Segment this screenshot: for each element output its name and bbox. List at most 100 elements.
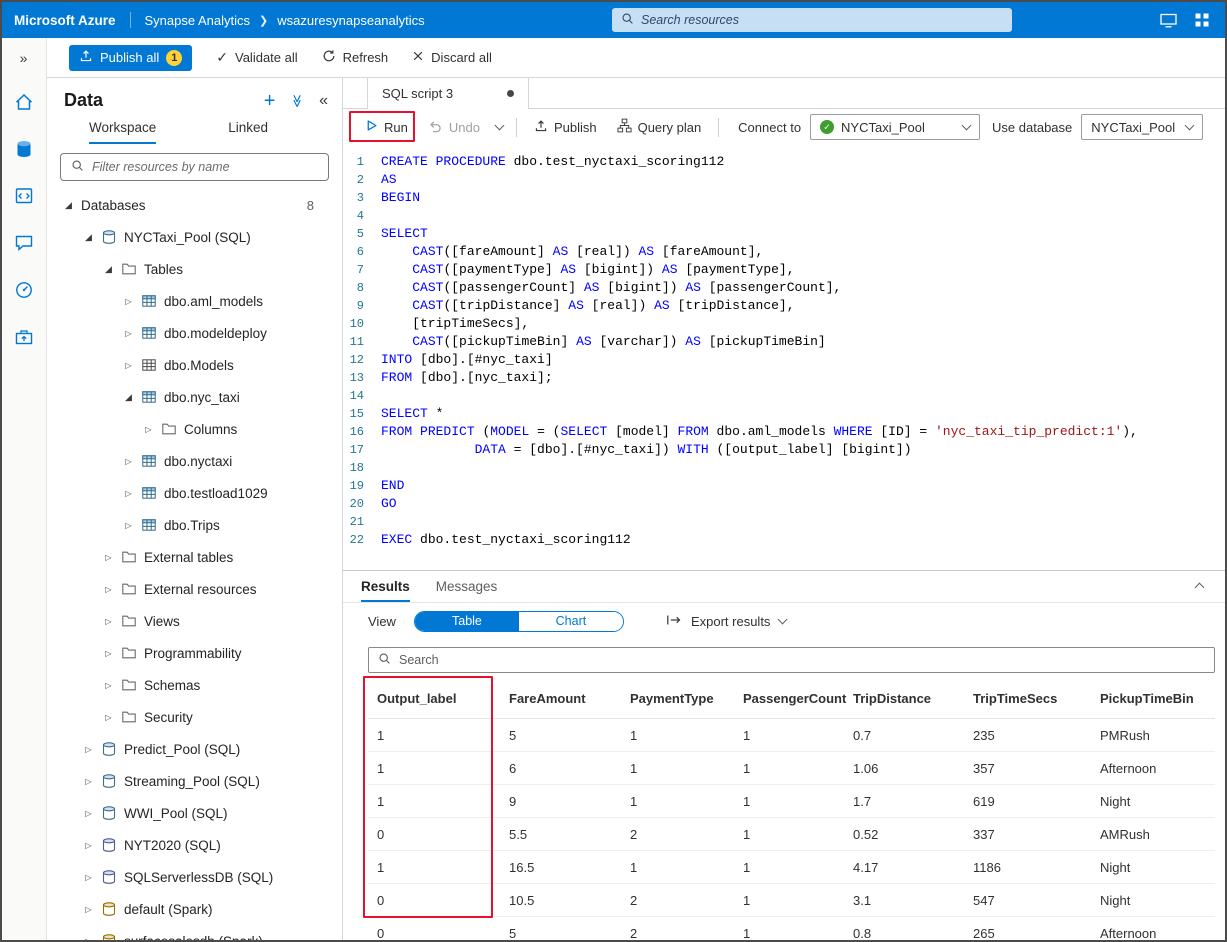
integrate-nav-icon[interactable] [2,219,47,266]
column-header-pickuptimebin[interactable]: PickupTimeBin [1091,679,1215,719]
expand-arrow-icon[interactable]: ▷ [123,361,134,370]
sql-code-editor[interactable]: 1 CREATE PROCEDURE dbo.test_nyctaxi_scori… [343,145,1225,570]
breadcrumb-workspace-name[interactable]: wsazuresynapseanalytics [277,13,424,28]
undo-redo-dropdown-chevron-icon[interactable] [490,113,509,141]
code-line[interactable]: 22 EXEC dbo.test_nyctaxi_scoring112 [343,531,1225,549]
code-line[interactable]: 17 DATA = [dbo].[#nyc_taxi]) WITH ([outp… [343,441,1225,459]
tree-item-dbo-nyc-taxi[interactable]: ◢ dbo.nyc_taxi [47,381,342,413]
collapse-all-icon[interactable]: ≫ [289,94,305,108]
azure-brand[interactable]: Microsoft Azure [2,13,130,28]
table-row[interactable]: 0 10.5 2 1 3.1 547 Night [368,884,1215,917]
publish-all-button[interactable]: Publish all 1 [69,44,193,71]
column-header-passengercount[interactable]: PassengerCount [734,679,846,719]
tree-item-streaming-pool-sql[interactable]: ▷ Streaming_Pool (SQL) [47,765,342,797]
expand-arrow-icon[interactable]: ▷ [103,553,114,562]
expand-arrow-icon[interactable]: ▷ [83,777,94,786]
tree-item-dbo-testload1029[interactable]: ▷ dbo.testload1029 [47,477,342,509]
tree-item-surfacesalesdb-spark[interactable]: ▷ surfacesalesdb (Spark) [47,925,342,940]
table-row[interactable]: 0 5 2 1 0.8 265 Afternoon [368,917,1215,941]
code-line[interactable]: 13 FROM [dbo].[nyc_taxi]; [343,369,1225,387]
tree-item-programmability[interactable]: ▷ Programmability [47,637,342,669]
filter-resources-box[interactable] [60,153,329,181]
expand-arrow-icon[interactable]: ▷ [83,937,94,941]
code-line[interactable]: 14 [343,387,1225,405]
use-database-dropdown[interactable]: NYCTaxi_Pool [1081,114,1204,140]
tree-item-nyt2020-sql[interactable]: ▷ NYT2020 (SQL) [47,829,342,861]
code-line[interactable]: 21 [343,513,1225,531]
results-search-input[interactable] [399,653,1205,667]
collapse-arrow-icon[interactable]: ◢ [63,200,74,211]
column-header-triptimesecs[interactable]: TripTimeSecs [964,679,1091,719]
code-line[interactable]: 12 INTO [dbo].[#nyc_taxi] [343,351,1225,369]
filter-resources-input[interactable] [92,160,318,174]
expand-arrow-icon[interactable]: ▷ [83,873,94,882]
run-button[interactable]: Run [355,113,418,141]
code-line[interactable]: 10 [tripTimeSecs], [343,315,1225,333]
breadcrumb-synapse-analytics[interactable]: Synapse Analytics [145,13,251,28]
collapse-panel-icon[interactable]: « [319,92,328,110]
expand-arrow-icon[interactable]: ▷ [103,585,114,594]
develop-nav-icon[interactable] [2,172,47,219]
expand-arrow-icon[interactable]: ▷ [103,681,114,690]
table-row[interactable]: 1 9 1 1 1.7 619 Night [368,785,1215,818]
code-line[interactable]: 16 FROM PREDICT (MODEL = (SELECT [model] … [343,423,1225,441]
data-nav-icon[interactable] [2,125,47,172]
manage-nav-icon[interactable] [2,313,47,360]
collapse-arrow-icon[interactable]: ◢ [103,264,114,275]
tab-sql-script-3[interactable]: SQL script 3 [367,78,529,109]
code-line[interactable]: 18 [343,459,1225,477]
view-toggle-chart[interactable]: Chart [518,611,623,631]
expand-arrow-icon[interactable]: ▷ [123,297,134,306]
column-header-paymenttype[interactable]: PaymentType [621,679,734,719]
code-line[interactable]: 5 SELECT [343,225,1225,243]
code-line[interactable]: 11 CAST([pickupTimeBin] AS [varchar]) AS… [343,333,1225,351]
expand-arrow-icon[interactable]: ▷ [103,649,114,658]
expand-arrow-icon[interactable]: ▷ [103,713,114,722]
tree-item-views[interactable]: ▷ Views [47,605,342,637]
tree-item-wwi-pool-sql[interactable]: ▷ WWI_Pool (SQL) [47,797,342,829]
expand-arrow-icon[interactable]: ▷ [123,489,134,498]
tab-results[interactable]: Results [361,571,410,602]
table-row[interactable]: 1 5 1 1 0.7 235 PMRush [368,719,1215,752]
tree-item-dbo-models[interactable]: ▷ dbo.Models [47,349,342,381]
table-row[interactable]: 1 6 1 1 1.06 357 Afternoon [368,752,1215,785]
expand-arrow-icon[interactable]: ▷ [103,617,114,626]
export-results-button[interactable]: Export results [666,614,788,629]
expand-arrow-icon[interactable]: ▷ [123,329,134,338]
discard-all-button[interactable]: Discard all [412,50,492,65]
add-resource-icon[interactable]: + [264,91,276,111]
apps-grid-icon[interactable] [1195,13,1209,27]
tree-item-security[interactable]: ▷ Security [47,701,342,733]
collapse-arrow-icon[interactable]: ◢ [83,232,94,243]
undo-button[interactable]: Undo [418,113,490,141]
tree-item-databases[interactable]: ◢ Databases 8 [47,189,342,221]
code-line[interactable]: 20 GO [343,495,1225,513]
tree-item-sqlserverlessdb-sql[interactable]: ▷ SQLServerlessDB (SQL) [47,861,342,893]
table-row[interactable]: 1 16.5 1 1 4.17 1186 Night [368,851,1215,884]
column-header-fareamount[interactable]: FareAmount [500,679,621,719]
expand-arrow-icon[interactable]: ▷ [123,521,134,530]
tree-item-dbo-nyctaxi[interactable]: ▷ dbo.nyctaxi [47,445,342,477]
monitor-nav-icon[interactable] [2,266,47,313]
tree-item-dbo-aml-models[interactable]: ▷ dbo.aml_models [47,285,342,317]
code-line[interactable]: 1 CREATE PROCEDURE dbo.test_nyctaxi_scori… [343,153,1225,171]
code-line[interactable]: 15 SELECT * [343,405,1225,423]
validate-all-button[interactable]: ✓ Validate all [216,49,297,66]
expand-arrow-icon[interactable]: ▷ [123,457,134,466]
expand-arrow-icon[interactable]: ▷ [83,745,94,754]
code-line[interactable]: 3 BEGIN [343,189,1225,207]
query-plan-button[interactable]: Query plan [607,113,712,141]
connect-to-dropdown[interactable]: ✓ NYCTaxi_Pool [810,114,981,140]
table-row[interactable]: 0 5.5 2 1 0.52 337 AMRush [368,818,1215,851]
tree-item-dbo-trips[interactable]: ▷ dbo.Trips [47,509,342,541]
tree-item-external-resources[interactable]: ▷ External resources [47,573,342,605]
refresh-button[interactable]: Refresh [322,49,388,66]
code-line[interactable]: 2 AS [343,171,1225,189]
tree-item-default-spark[interactable]: ▷ default (Spark) [47,893,342,925]
tab-workspace[interactable]: Workspace [89,120,157,144]
tree-item-external-tables[interactable]: ▷ External tables [47,541,342,573]
tab-messages[interactable]: Messages [436,571,498,602]
code-line[interactable]: 6 CAST([fareAmount] AS [real]) AS [fareA… [343,243,1225,261]
results-search-box[interactable] [368,647,1215,673]
view-toggle-table[interactable]: Table [414,611,519,631]
